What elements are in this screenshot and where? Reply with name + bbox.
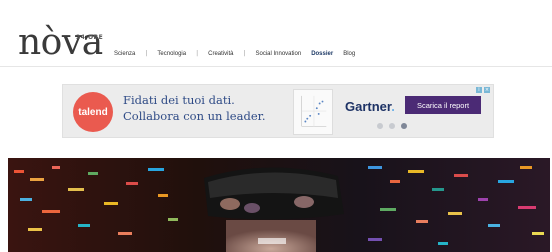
nav-separator: |: [196, 50, 199, 57]
nav-item-social-innovation[interactable]: Social Innovation: [255, 51, 301, 57]
nav-item-tecnologia[interactable]: Tecnologia: [157, 51, 186, 57]
nav-item-blog[interactable]: Blog: [343, 51, 355, 57]
download-report-button[interactable]: Scarica il report: [405, 96, 481, 114]
carousel-dot[interactable]: [389, 123, 395, 129]
site-header: nòva 24 ORE Scienza | Tecnologia | Creat…: [0, 0, 552, 66]
vr-headset-photo: [8, 158, 550, 252]
gartner-logo-dot: .: [391, 99, 395, 114]
logo-mark-text: 24 ORE: [76, 34, 104, 41]
hero-image[interactable]: [8, 158, 550, 252]
nav-item-creativita[interactable]: Creatività: [208, 51, 233, 57]
main-nav: Scienza | Tecnologia | Creatività | Soci…: [114, 50, 355, 57]
header-divider: [0, 66, 552, 67]
gartner-logo: Gartner.: [345, 99, 395, 114]
download-report-label: Scarica il report: [416, 100, 470, 110]
ad-banner[interactable]: talend Fidati dei tuoi dati. Collabora c…: [62, 84, 494, 138]
carousel-dot-active[interactable]: [401, 123, 407, 129]
ad-info-icon[interactable]: i: [476, 87, 482, 93]
ad-close-icon[interactable]: ×: [484, 87, 490, 93]
ad-carousel-dots: [377, 123, 407, 129]
talend-logo-text: talend: [78, 106, 108, 118]
logo-24ore-mark: 24 ORE: [76, 24, 106, 41]
nav-separator: |: [145, 50, 148, 57]
gartner-logo-text: Gartner: [345, 99, 392, 114]
report-thumbnail: [293, 89, 333, 135]
talend-logo: talend: [73, 92, 113, 132]
report-chart-icon: [301, 95, 327, 127]
ad-choices[interactable]: i ×: [476, 87, 490, 93]
nav-separator: |: [243, 50, 246, 57]
carousel-dot[interactable]: [377, 123, 383, 129]
nav-item-dossier[interactable]: Dossier: [311, 51, 333, 57]
nav-item-scienza[interactable]: Scienza: [114, 51, 135, 57]
